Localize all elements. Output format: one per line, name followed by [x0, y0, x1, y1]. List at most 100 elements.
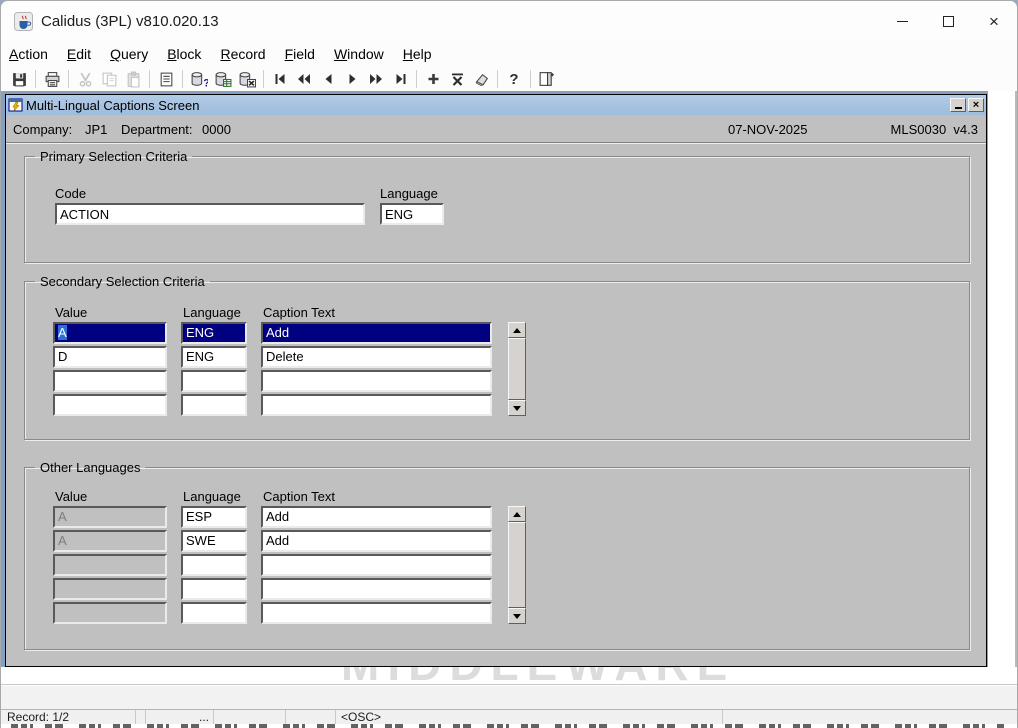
- cancel-query-icon[interactable]: [235, 68, 259, 90]
- table-row: D ENG Delete: [53, 346, 492, 368]
- secondary-grid: A ENG Add D ENG Delete: [53, 322, 492, 418]
- mdi-background: Multi-Lingual Captions Screen × Company:…: [1, 91, 988, 667]
- execute-query-icon[interactable]: [211, 68, 235, 90]
- secondary-scrollbar[interactable]: [508, 322, 526, 416]
- minimize-button[interactable]: [879, 1, 925, 41]
- caption-cell[interactable]: [261, 602, 492, 624]
- caption-cell[interactable]: Add: [261, 322, 492, 344]
- language-input[interactable]: [380, 203, 444, 225]
- caption-cell[interactable]: Delete: [261, 346, 492, 368]
- minimize-icon: [897, 21, 908, 22]
- watermark-band: MIDDLEWARE: [1, 667, 1017, 685]
- status-segment: [214, 710, 286, 724]
- menu-edit[interactable]: Edit: [67, 46, 91, 62]
- exit-icon[interactable]: [535, 68, 559, 90]
- previous-record-icon[interactable]: [316, 68, 340, 90]
- language-cell[interactable]: SWE: [181, 530, 247, 552]
- scroll-thumb[interactable]: [508, 522, 526, 608]
- scroll-thumb[interactable]: [508, 338, 526, 400]
- company-label: Company:: [13, 122, 72, 137]
- edit-icon[interactable]: [154, 68, 178, 90]
- secondary-col-caption: Caption Text: [263, 305, 335, 320]
- delete-record-icon[interactable]: [445, 68, 469, 90]
- language-cell[interactable]: [181, 370, 247, 392]
- value-cell[interactable]: A: [53, 506, 167, 528]
- form-body: Company: JP1 Department: 0000 07-NOV-202…: [6, 115, 986, 666]
- form-close-button[interactable]: ×: [968, 98, 984, 112]
- caption-cell[interactable]: Add: [261, 530, 492, 552]
- table-row: [53, 554, 492, 576]
- value-cell[interactable]: [53, 370, 167, 392]
- toolbar-separator: [497, 70, 498, 88]
- value-cell[interactable]: [53, 602, 167, 624]
- window-controls: ×: [879, 1, 1017, 41]
- copy-icon[interactable]: [97, 68, 121, 90]
- clear-record-icon[interactable]: [469, 68, 493, 90]
- svg-text:?: ?: [509, 71, 518, 87]
- close-button[interactable]: ×: [971, 1, 1017, 41]
- paste-icon[interactable]: [121, 68, 145, 90]
- secondary-col-value: Value: [55, 305, 87, 320]
- language-cell[interactable]: [181, 394, 247, 416]
- caption-cell[interactable]: [261, 554, 492, 576]
- form-window: Multi-Lingual Captions Screen × Company:…: [5, 94, 987, 667]
- primary-selection-group: Primary Selection Criteria Code Language: [24, 149, 970, 263]
- scroll-up-button[interactable]: [508, 322, 526, 338]
- menu-help[interactable]: Help: [403, 46, 432, 62]
- menu-record[interactable]: Record: [220, 46, 265, 62]
- scroll-down-button[interactable]: [508, 400, 526, 416]
- table-row: A ENG Add: [53, 322, 492, 344]
- language-cell[interactable]: ENG: [181, 322, 247, 344]
- next-record-icon[interactable]: [340, 68, 364, 90]
- value-cell[interactable]: [53, 394, 167, 416]
- titlebar: Calidus (3PL) v810.020.13 ×: [1, 1, 1017, 41]
- clipped-text-marks: [11, 724, 1007, 728]
- menu-action[interactable]: Action: [9, 46, 48, 62]
- primary-selection-legend: Primary Selection Criteria: [35, 149, 192, 164]
- caption-cell[interactable]: [261, 394, 492, 416]
- help-icon[interactable]: ?: [502, 68, 526, 90]
- maximize-button[interactable]: [925, 1, 971, 41]
- cut-icon[interactable]: [73, 68, 97, 90]
- save-icon[interactable]: [7, 68, 31, 90]
- insert-record-icon[interactable]: [421, 68, 445, 90]
- record-indicator: Record: 1/2: [1, 710, 136, 724]
- menu-window[interactable]: Window: [334, 46, 384, 62]
- menu-block[interactable]: Block: [167, 46, 201, 62]
- language-cell[interactable]: ENG: [181, 346, 247, 368]
- value-cell[interactable]: D: [53, 346, 167, 368]
- caption-cell[interactable]: [261, 370, 492, 392]
- scroll-up-button[interactable]: [508, 506, 526, 522]
- arrow-down-icon: [513, 614, 521, 619]
- first-record-icon[interactable]: [268, 68, 292, 90]
- language-cell[interactable]: [181, 554, 247, 576]
- enter-query-icon[interactable]: ?: [187, 68, 211, 90]
- secondary-selection-group: Secondary Selection Criteria Value Langu…: [24, 274, 970, 440]
- code-input[interactable]: [55, 203, 365, 225]
- caption-cell[interactable]: [261, 578, 492, 600]
- language-cell[interactable]: ESP: [181, 506, 247, 528]
- other-scrollbar[interactable]: [508, 506, 526, 624]
- value-cell[interactable]: [53, 578, 167, 600]
- browser-page-margin: [988, 91, 1017, 667]
- print-icon[interactable]: [40, 68, 64, 90]
- menu-query[interactable]: Query: [110, 46, 148, 62]
- window-title: Calidus (3PL) v810.020.13: [41, 13, 219, 30]
- toolbar-separator: [35, 70, 36, 88]
- menu-field[interactable]: Field: [285, 46, 315, 62]
- previous-block-icon[interactable]: [292, 68, 316, 90]
- language-cell[interactable]: [181, 602, 247, 624]
- value-cell[interactable]: A: [53, 530, 167, 552]
- form-window-titlebar[interactable]: Multi-Lingual Captions Screen ×: [6, 95, 986, 115]
- language-cell[interactable]: [181, 578, 247, 600]
- arrow-up-icon: [513, 512, 521, 517]
- table-row: [53, 578, 492, 600]
- form-minimize-button[interactable]: [950, 98, 966, 112]
- next-block-icon[interactable]: [364, 68, 388, 90]
- toolbar-separator: [182, 70, 183, 88]
- last-record-icon[interactable]: [388, 68, 412, 90]
- scroll-down-button[interactable]: [508, 608, 526, 624]
- value-cell[interactable]: [53, 554, 167, 576]
- caption-cell[interactable]: Add: [261, 506, 492, 528]
- value-cell[interactable]: A: [53, 322, 167, 344]
